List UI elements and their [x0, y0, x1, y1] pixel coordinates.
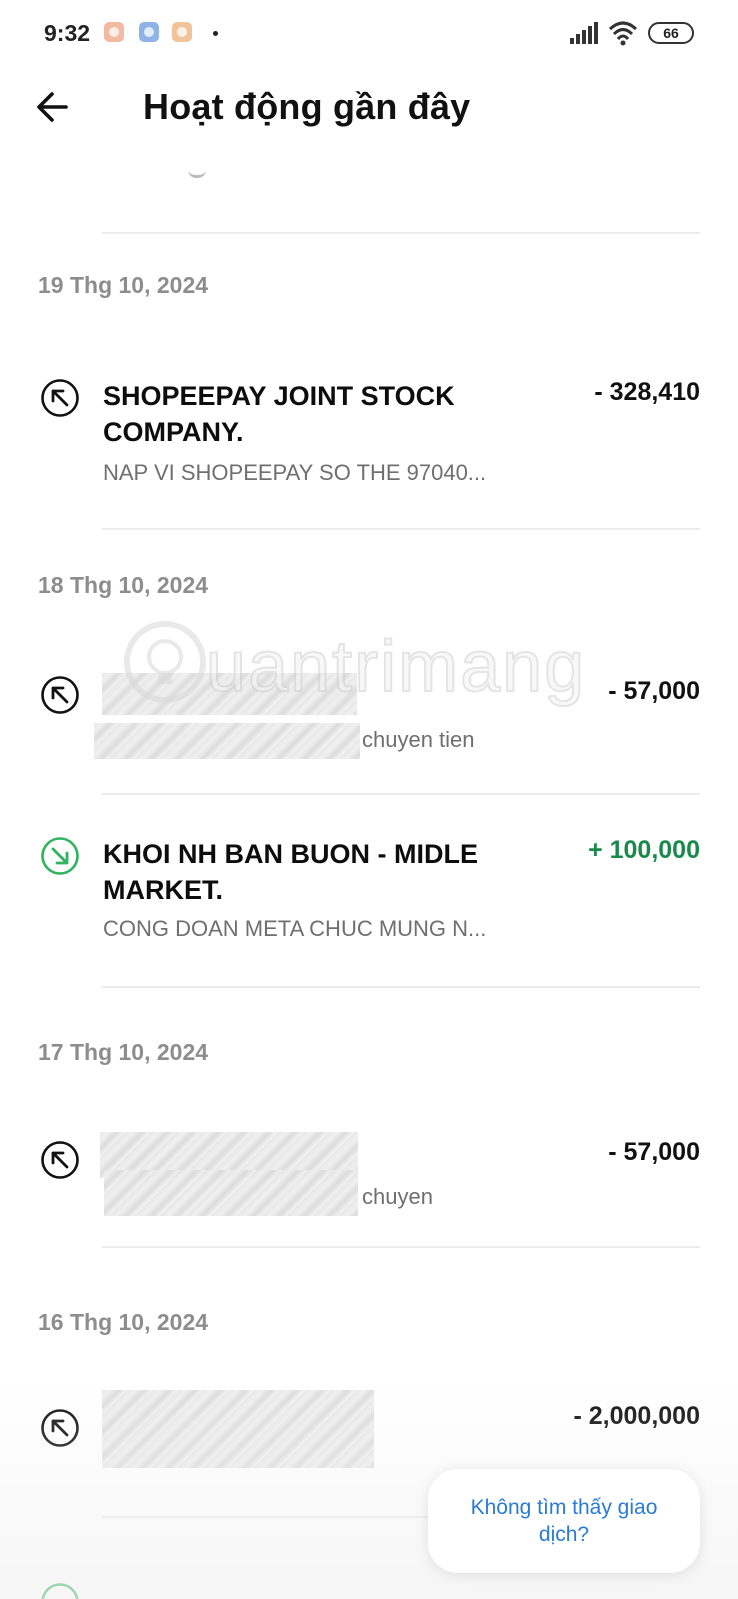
- battery-icon: 66: [648, 22, 694, 44]
- transaction-row[interactable]: chuyen - 57,000: [0, 1122, 738, 1262]
- transaction-amount: - 57,000: [608, 677, 700, 705]
- transaction-row[interactable]: SHOPEEPAY JOINT STOCK COMPANY. NAP VI SH…: [0, 362, 738, 532]
- transaction-name: SHOPEEPAY JOINT STOCK COMPANY.: [103, 381, 455, 447]
- outgoing-arrow-icon: [41, 1409, 79, 1447]
- help-button-label: Không tìm thấy giao dịch?: [470, 1496, 658, 1546]
- date-header: 17 Thg 10, 2024: [38, 1039, 209, 1065]
- status-bar: 9:32 66: [0, 0, 738, 68]
- transaction-amount: - 2,000,000: [573, 1402, 701, 1430]
- redacted-name: [102, 673, 357, 715]
- app-header: Hoạt động gần đây: [0, 68, 738, 152]
- transaction-description: chuyen: [362, 1184, 433, 1209]
- more-notifications-dot-icon: [213, 31, 218, 36]
- arrow-left-icon[interactable]: [30, 84, 76, 130]
- outgoing-arrow-icon: [41, 1141, 79, 1179]
- transaction-description: CONG DOAN META CHUC MUNG N...: [103, 916, 487, 941]
- signal-icon: [570, 22, 598, 44]
- status-time: 9:32: [44, 20, 91, 46]
- list-item[interactable]: [102, 152, 700, 234]
- incoming-arrow-icon: [41, 837, 79, 875]
- outgoing-arrow-icon: [41, 676, 79, 714]
- redacted-description: [94, 723, 360, 759]
- redacted-name: [102, 1390, 374, 1468]
- date-header: 16 Thg 10, 2024: [38, 1309, 209, 1335]
- transaction-amount: + 100,000: [588, 836, 700, 864]
- transaction-description: NAP VI SHOPEEPAY SO THE 97040...: [103, 460, 487, 485]
- outgoing-arrow-icon: [41, 379, 79, 417]
- date-header: 19 Thg 10, 2024: [38, 272, 209, 298]
- notification-app-icon: [172, 22, 192, 42]
- transaction-row[interactable]: KHOI NH BAN BUON - MIDLE MARKET. CONG DO…: [0, 832, 738, 1012]
- divider: [102, 528, 700, 530]
- divider: [102, 793, 700, 795]
- notification-app-icon: [139, 22, 159, 42]
- transaction-amount: - 328,410: [594, 378, 700, 406]
- transaction-row[interactable]: chuyen tien - 57,000: [0, 657, 738, 797]
- transaction-description: chuyen tien: [362, 727, 475, 752]
- redacted-description: [104, 1170, 358, 1216]
- wifi-icon: [608, 21, 638, 46]
- divider: [102, 986, 700, 988]
- divider: [102, 1246, 700, 1248]
- transaction-not-found-button[interactable]: Không tìm thấy giao dịch?: [428, 1469, 700, 1573]
- transaction-name: KHOI NH BAN BUON - MIDLE MARKET.: [103, 839, 478, 905]
- incoming-arrow-icon: [41, 1583, 79, 1599]
- page-title: Hoạt động gần đây: [143, 86, 471, 127]
- transaction-list[interactable]: 19 Thg 10, 2024 SHOPEEPAY JOINT STOCK CO…: [0, 152, 738, 1599]
- notification-app-icon: [104, 22, 124, 42]
- transaction-amount: - 57,000: [608, 1138, 700, 1166]
- date-header: 18 Thg 10, 2024: [38, 572, 209, 598]
